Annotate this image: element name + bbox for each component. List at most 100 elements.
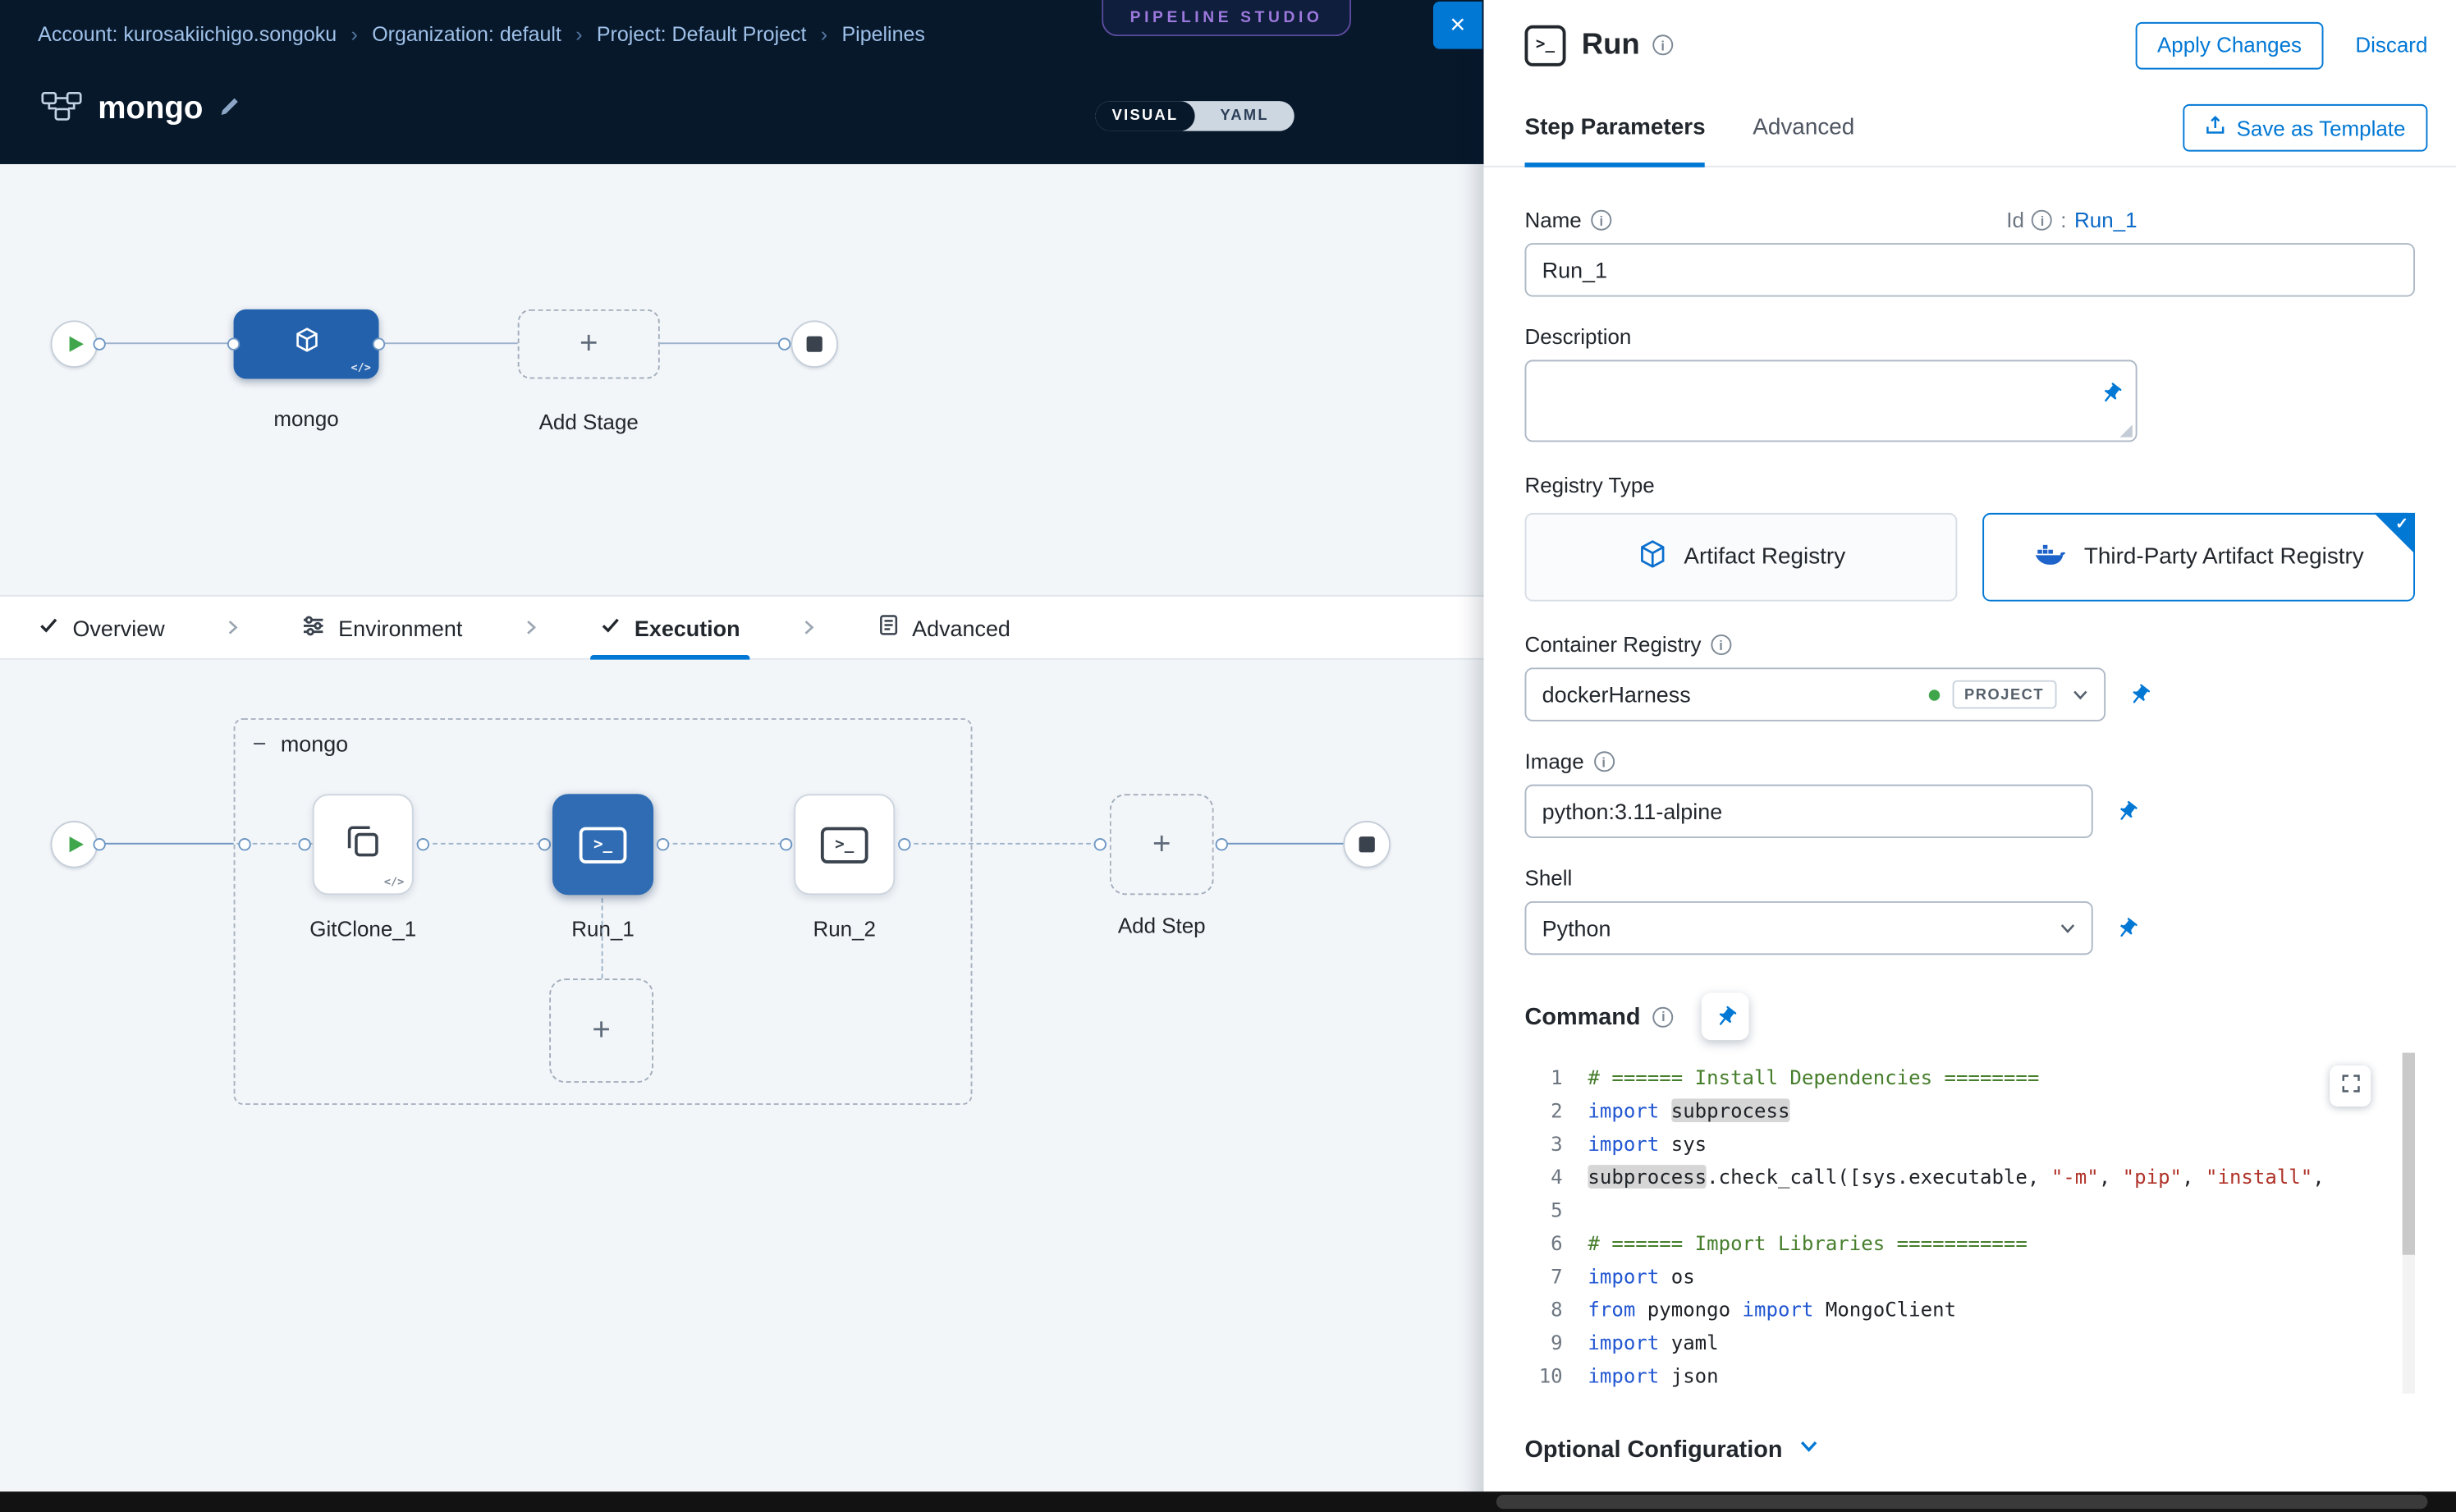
container-registry-select[interactable]: dockerHarness PROJECT: [1525, 667, 2106, 721]
docker-icon: [2033, 540, 2068, 575]
connector-dot: [373, 337, 385, 350]
line-number: 6: [1525, 1226, 1588, 1259]
pin-icon[interactable]: [2099, 382, 2123, 405]
connector-line: [660, 342, 791, 344]
pipeline-start-node[interactable]: [51, 320, 99, 368]
code-line: 1# ====== Install Dependencies ========: [1525, 1061, 2416, 1093]
connector-line: [101, 843, 234, 845]
connector-line: [378, 342, 517, 344]
third-party-registry-card[interactable]: Third-Party Artifact Registry ✓: [1982, 513, 2415, 602]
code-line: 2import subprocess: [1525, 1094, 2416, 1127]
tab-step-parameters[interactable]: Step Parameters: [1525, 90, 1706, 166]
editor-scrollbar[interactable]: [2403, 1053, 2415, 1394]
editor-scrollbar-thumb[interactable]: [2403, 1053, 2415, 1255]
run-step-icon: >_: [1525, 25, 1566, 66]
tab-advanced[interactable]: Advanced: [877, 597, 1010, 658]
image-label: Image: [1525, 749, 1584, 773]
breadcrumb-item[interactable]: Project: Default Project: [597, 22, 807, 46]
code-line: 6# ====== Import Libraries ===========: [1525, 1226, 2416, 1259]
panel-header: >_ Run Apply Changes Discard: [1484, 0, 2456, 90]
line-number: 8: [1525, 1293, 1588, 1326]
horizontal-scrollbar-thumb[interactable]: [1496, 1495, 2427, 1509]
step-node-run2[interactable]: >_: [794, 794, 895, 895]
command-pin-button[interactable]: [1702, 992, 1750, 1040]
line-number: 1: [1525, 1061, 1588, 1093]
connector-dot: [538, 838, 551, 850]
toggle-yaml[interactable]: YAML: [1195, 101, 1294, 131]
line-number: 2: [1525, 1094, 1588, 1127]
terminal-icon: >_: [580, 827, 627, 863]
add-step-below-node[interactable]: +: [549, 978, 653, 1083]
resize-handle[interactable]: [2119, 424, 2132, 437]
shell-select[interactable]: Python: [1525, 901, 2093, 955]
artifact-registry-label: Artifact Registry: [1684, 544, 1845, 570]
group-label: mongo: [281, 731, 348, 756]
toggle-visual[interactable]: VISUAL: [1095, 101, 1194, 131]
code-badge-icon: </>: [351, 361, 371, 373]
connector-dot: [298, 838, 310, 850]
step-node-run1-selected[interactable]: >_: [552, 794, 653, 895]
registry-type-label: Registry Type: [1525, 474, 1655, 497]
save-as-template-button[interactable]: Save as Template: [2183, 104, 2427, 152]
optional-configuration-toggle[interactable]: Optional Configuration: [1525, 1435, 2416, 1465]
name-input[interactable]: [1525, 243, 2416, 296]
step-node-gitclone[interactable]: </>: [313, 794, 414, 895]
info-icon: [1591, 210, 1611, 231]
apply-changes-button[interactable]: Apply Changes: [2135, 21, 2324, 69]
horizontal-scrollbar[interactable]: [0, 1491, 2456, 1512]
pin-icon[interactable]: [2128, 683, 2151, 707]
code-editor[interactable]: 1# ====== Install Dependencies ========2…: [1525, 1053, 2416, 1394]
third-party-registry-label: Third-Party Artifact Registry: [2084, 544, 2364, 570]
breadcrumb-item[interactable]: Organization: default: [372, 22, 561, 46]
tab-advanced-label: Advanced: [912, 615, 1010, 640]
expand-icon: [2340, 1070, 2361, 1102]
tab-step-parameters-label: Step Parameters: [1525, 115, 1706, 140]
template-icon: [2205, 115, 2225, 140]
visual-yaml-toggle: VISUAL YAML: [1095, 101, 1294, 131]
stage-type-icon: [291, 325, 322, 363]
tab-overview-label: Overview: [72, 615, 164, 640]
optional-configuration-label: Optional Configuration: [1525, 1436, 1783, 1464]
connector-dot: [898, 838, 910, 850]
artifact-registry-card[interactable]: Artifact Registry: [1525, 513, 1958, 602]
connector-dot: [1216, 838, 1228, 850]
panel-tabs: Step Parameters Advanced Save as Templat…: [1484, 90, 2456, 167]
add-step-node[interactable]: +: [1110, 794, 1214, 895]
execution-end-node[interactable]: [1343, 821, 1391, 868]
tab-environment[interactable]: Environment: [302, 597, 462, 658]
discard-button[interactable]: Discard: [2355, 33, 2427, 57]
clone-icon: [342, 820, 383, 869]
code-badge-icon: </>: [384, 876, 404, 888]
tab-panel-advanced[interactable]: Advanced: [1753, 90, 1854, 166]
stop-icon: [807, 337, 822, 352]
top-header: Account: kurosakiichigo.songoku›Organiza…: [0, 0, 1484, 164]
stage-node-mongo[interactable]: </>: [234, 309, 379, 379]
panel-body: Name Id : Run_1 Description Registry T: [1484, 167, 2456, 1465]
close-panel-button[interactable]: ×: [1433, 2, 1482, 49]
play-icon: [70, 836, 84, 852]
execution-canvas: − mongo </> GitClone_1 >_ Run_1 >_ Run_2: [0, 660, 1484, 1491]
pipeline-name: mongo: [98, 92, 203, 128]
tab-execution[interactable]: Execution: [600, 597, 740, 658]
pin-icon[interactable]: [2115, 916, 2139, 940]
info-icon: [1652, 34, 1673, 55]
collapse-group-button[interactable]: −: [253, 731, 267, 755]
breadcrumb-item[interactable]: Pipelines: [841, 22, 924, 46]
add-stage-node[interactable]: +: [518, 309, 660, 379]
shell-label: Shell: [1525, 867, 1573, 891]
environment-icon: [302, 613, 326, 642]
expand-editor-button[interactable]: [2330, 1065, 2371, 1107]
pin-icon[interactable]: [2115, 800, 2139, 823]
description-textarea[interactable]: [1525, 360, 2138, 442]
connector-dot: [238, 838, 250, 850]
breadcrumb-item[interactable]: Account: kurosakiichigo.songoku: [38, 22, 337, 46]
image-input[interactable]: [1525, 785, 2093, 838]
edit-pencil-icon[interactable]: [219, 96, 240, 125]
tab-overview[interactable]: Overview: [38, 597, 165, 658]
pipeline-icon: [41, 92, 82, 129]
pipeline-end-node[interactable]: [790, 320, 838, 368]
execution-start-node[interactable]: [51, 821, 99, 868]
info-icon: [1653, 1006, 1674, 1027]
container-registry-value: dockerHarness: [1542, 682, 1691, 708]
code-line: 3import sys: [1525, 1127, 2416, 1160]
